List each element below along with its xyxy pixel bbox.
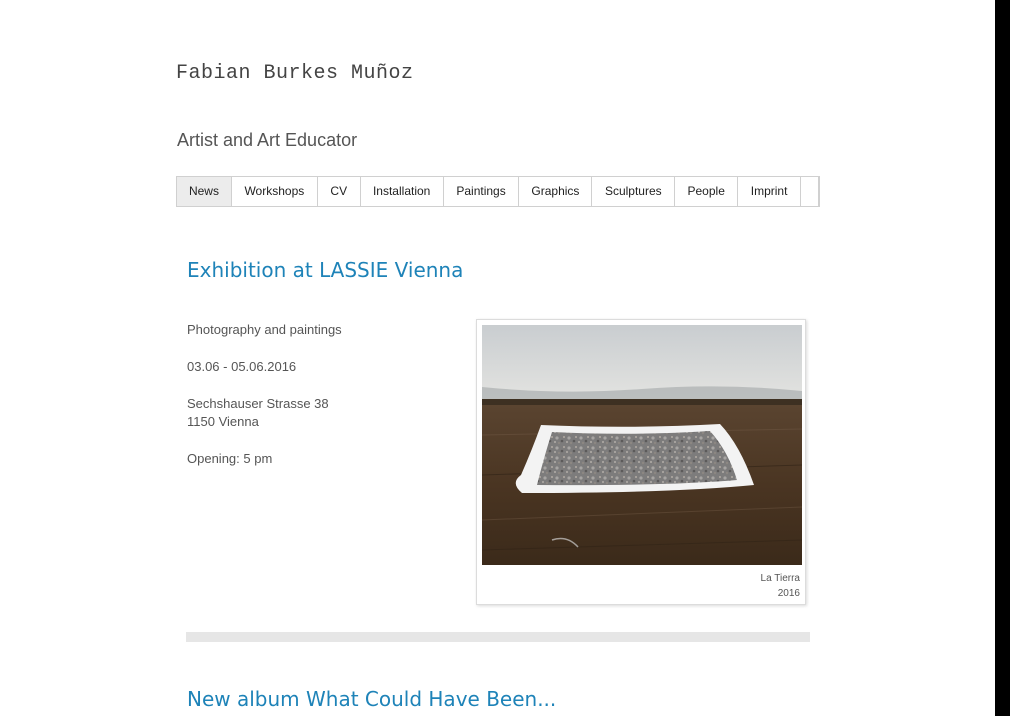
- main-navigation: News Workshops CV Installation Paintings…: [176, 176, 820, 207]
- site-subtitle: Artist and Art Educator: [177, 130, 358, 150]
- nav-item-installation[interactable]: Installation: [361, 177, 444, 206]
- nav-item-news[interactable]: News: [177, 177, 232, 206]
- post-type: Photography and paintings: [187, 322, 342, 337]
- nav-item-paintings[interactable]: Paintings: [444, 177, 520, 206]
- artwork-photo[interactable]: [482, 325, 802, 565]
- post-title[interactable]: Exhibition at LASSIE Vienna: [187, 258, 463, 282]
- nav-item-graphics[interactable]: Graphics: [519, 177, 593, 206]
- caption-title: La Tierra: [760, 573, 800, 584]
- address-city: 1150 Vienna: [187, 414, 259, 429]
- nav-item-people[interactable]: People: [675, 177, 739, 206]
- post-dates: 03.06 - 05.06.2016: [187, 359, 297, 374]
- post-divider: [186, 632, 810, 642]
- caption-year: 2016: [777, 588, 800, 599]
- artwork-figure: La Tierra 2016: [476, 319, 806, 605]
- nav-spacer: [801, 177, 820, 206]
- nav-item-imprint[interactable]: Imprint: [738, 177, 802, 206]
- post-title-next[interactable]: New album What Could Have Been...: [187, 687, 556, 711]
- post-details: Photography and paintings 03.06 - 05.06.…: [187, 321, 342, 487]
- window-edge-bar: [995, 0, 1010, 716]
- nav-item-cv[interactable]: CV: [318, 177, 361, 206]
- nav-item-workshops[interactable]: Workshops: [232, 177, 318, 206]
- site-title[interactable]: Fabian Burkes Muñoz: [176, 62, 414, 85]
- post-opening: Opening: 5 pm: [187, 451, 273, 466]
- artwork-caption: La Tierra 2016: [761, 571, 800, 601]
- address-street: Sechshauser Strasse 38: [187, 396, 329, 411]
- nav-item-sculptures[interactable]: Sculptures: [592, 177, 676, 206]
- post-address: Sechshauser Strasse 38 1150 Vienna: [187, 395, 342, 431]
